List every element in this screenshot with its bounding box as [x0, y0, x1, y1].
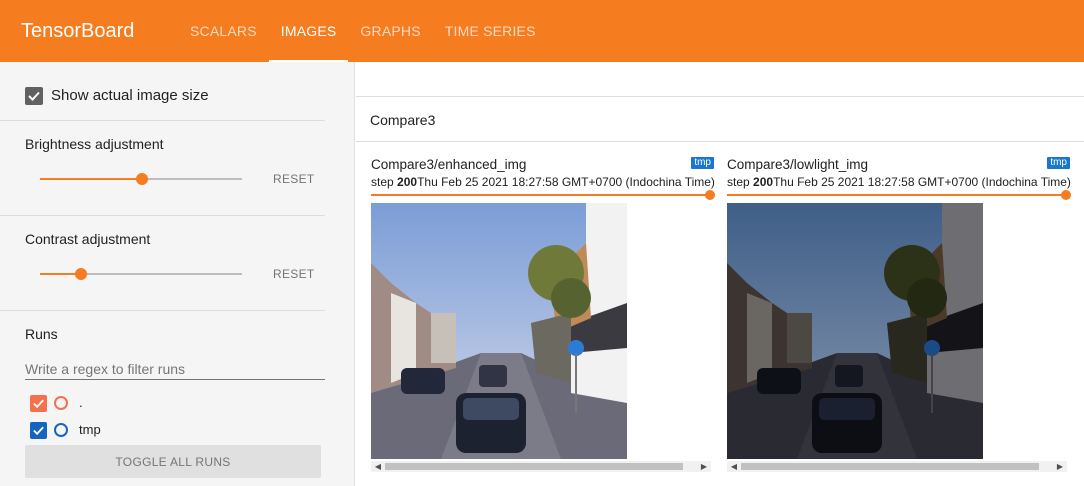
- runs-filter-input[interactable]: [25, 358, 325, 380]
- sidebar: Show actual image size Brightness adjust…: [0, 62, 355, 486]
- horizontal-scrollbar[interactable]: ◀ ▶: [371, 461, 711, 472]
- run-color-indicator: [54, 396, 68, 410]
- brightness-slider-fill: [40, 178, 142, 180]
- horizontal-scrollbar[interactable]: ◀ ▶: [727, 461, 1067, 472]
- step-value: 200: [753, 175, 774, 189]
- lowlight-image: [727, 203, 983, 459]
- scroll-left-icon[interactable]: ◀: [729, 461, 739, 472]
- step-label: step: [727, 175, 750, 189]
- image-card-title: Compare3/lowlight_img: [727, 157, 869, 172]
- enhanced-image: [371, 203, 627, 459]
- tab-time-series[interactable]: TIME SERIES: [433, 0, 548, 62]
- show-actual-size-checkbox[interactable]: [25, 87, 43, 105]
- top-app-bar: TensorBoard SCALARS IMAGES GRAPHS TIME S…: [0, 0, 1084, 62]
- app-title: TensorBoard: [21, 19, 135, 42]
- run-checkbox-tmp[interactable]: [30, 422, 47, 439]
- run-badge: tmp: [691, 157, 714, 169]
- image-card-title: Compare3/enhanced_img: [371, 157, 527, 172]
- step-label: step: [371, 175, 394, 189]
- checkmark-icon: [33, 426, 44, 436]
- scroll-right-icon[interactable]: ▶: [1055, 461, 1065, 472]
- divider: [0, 310, 325, 311]
- scrollbar-thumb[interactable]: [741, 463, 1039, 470]
- step-slider-track[interactable]: [371, 194, 709, 196]
- tab-scalars[interactable]: SCALARS: [178, 0, 269, 62]
- run-name: tmp: [79, 422, 101, 437]
- scroll-right-icon[interactable]: ▶: [699, 461, 709, 472]
- divider: [0, 215, 325, 216]
- group-title[interactable]: Compare3: [356, 98, 1084, 142]
- step-slider-thumb[interactable]: [705, 190, 715, 200]
- contrast-reset-button[interactable]: RESET: [273, 267, 315, 281]
- brightness-reset-button[interactable]: RESET: [273, 172, 315, 186]
- step-timestamp: Thu Feb 25 2021 18:27:58 GMT+0700 (Indoc…: [773, 175, 1071, 189]
- contrast-label: Contrast adjustment: [25, 231, 151, 247]
- tab-images[interactable]: IMAGES: [268, 0, 349, 62]
- step-slider-track[interactable]: [727, 194, 1065, 196]
- divider: [0, 120, 325, 121]
- main-panel: Compare3 Compare3/enhanced_img tmp step …: [356, 62, 1084, 486]
- step-slider-thumb[interactable]: [1061, 190, 1071, 200]
- brightness-label: Brightness adjustment: [25, 136, 164, 152]
- step-timestamp: Thu Feb 25 2021 18:27:58 GMT+0700 (Indoc…: [417, 175, 715, 189]
- step-value: 200: [397, 175, 418, 189]
- tab-graphs[interactable]: GRAPHS: [348, 0, 432, 62]
- runs-title: Runs: [25, 326, 58, 342]
- show-actual-size-label: Show actual image size: [51, 87, 209, 104]
- toggle-all-runs-button[interactable]: TOGGLE ALL RUNS: [25, 445, 321, 478]
- image-step-info: step 200Thu Feb 25 2021 18:27:58 GMT+070…: [727, 175, 1071, 189]
- scroll-left-icon[interactable]: ◀: [373, 461, 383, 472]
- scrollbar-thumb[interactable]: [385, 463, 683, 470]
- checkmark-icon: [33, 399, 44, 409]
- brightness-slider-thumb[interactable]: [136, 173, 148, 185]
- checkmark-icon: [28, 91, 40, 101]
- contrast-slider-thumb[interactable]: [75, 268, 87, 280]
- run-badge: tmp: [1047, 157, 1070, 169]
- run-color-indicator: [54, 423, 68, 437]
- image-step-info: step 200Thu Feb 25 2021 18:27:58 GMT+070…: [371, 175, 715, 189]
- run-name: .: [79, 395, 83, 410]
- run-checkbox-dot[interactable]: [30, 395, 47, 412]
- main-toolbar: [356, 62, 1084, 97]
- dashboard-tabs: SCALARS IMAGES GRAPHS TIME SERIES: [178, 0, 548, 62]
